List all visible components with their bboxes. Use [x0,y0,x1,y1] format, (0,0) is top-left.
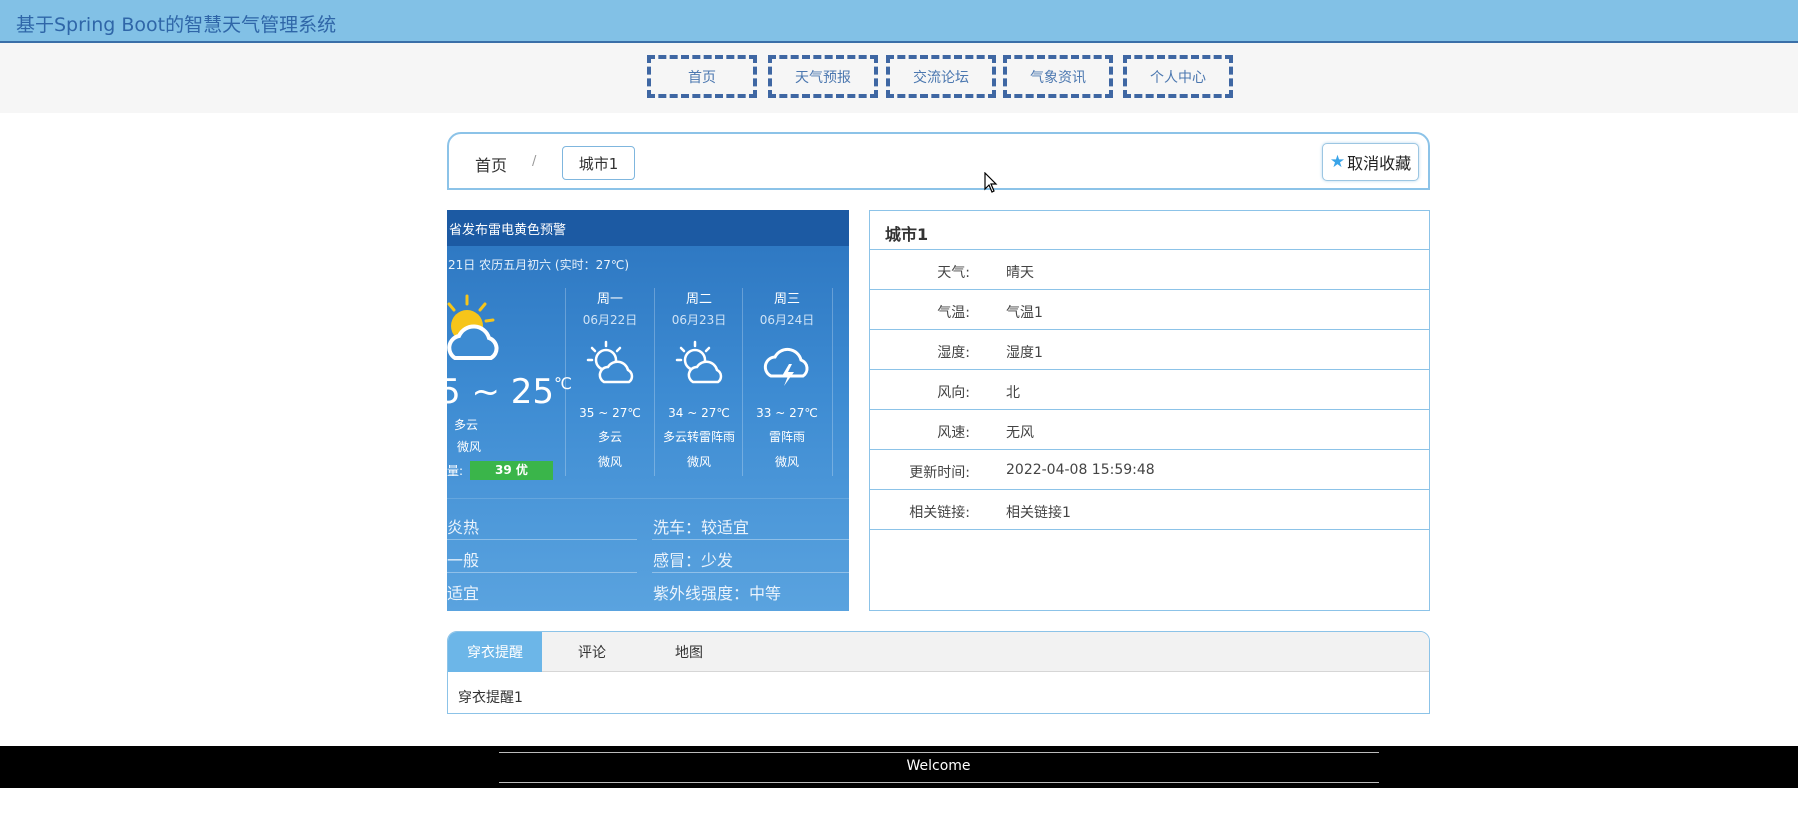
nav-weather-news[interactable]: 气象资讯 [1003,55,1113,98]
info-tabs: 穿衣提醒 评论 地图 穿衣提醒1 [447,631,1430,714]
aqi-label: 量: [447,464,464,478]
forecast-day: 周三 06月24日 33 ~ 27℃ 雷阵雨 微风 [756,292,818,469]
tab-content: 穿衣提醒1 [458,690,523,706]
breadcrumb: 首页 / 城市1 ★ 取消收藏 [447,132,1430,190]
tab-map[interactable]: 地图 [642,632,736,672]
related-link[interactable]: 相关链接1 [1006,502,1071,522]
city-detail-panel: 城市1 天气: 晴天 气温: 气温1 湿度: 湿度1 风向: 北 风速: 无风 更新时间:… [869,210,1430,611]
nav-forum[interactable]: 交流论坛 [886,55,996,98]
footer-text: Welcome [906,758,971,774]
today-condition: 多云 [454,418,479,432]
life-index-item: 感冒：少发 [653,551,734,570]
main-nav: 首页 天气预报 交流论坛 气象资讯 个人中心 [0,43,1798,113]
app-header: 基于Spring Boot的智慧天气管理系统 [0,0,1798,43]
app-title: 基于Spring Boot的智慧天气管理系统 [16,14,337,36]
partly-cloudy-large-icon [447,294,499,360]
nav-user-center[interactable]: 个人中心 [1123,55,1233,98]
partly-cloudy-icon [675,340,723,384]
life-index-item: 紫外线强度：中等 [653,584,782,603]
thunderstorm-icon [763,347,809,386]
nav-weather-forecast[interactable]: 天气预报 [768,55,878,98]
breadcrumb-current: 城市1 [562,146,635,180]
tab-clothing-tips[interactable]: 穿衣提醒 [448,632,542,672]
tab-bar: 穿衣提醒 评论 地图 [448,632,1429,672]
detail-row-humidity: 湿度: 湿度1 [870,330,1429,370]
aqi-badge: 39 优 [470,461,553,480]
tab-comments[interactable]: 评论 [542,632,642,672]
today-temperature: 5 ~ 25℃ [447,372,572,412]
life-index-item: 一般 [447,551,480,570]
life-index-item: 适宜 [447,584,480,603]
weather-date-line: 21日 农历五月初六 (实时：27℃) [448,258,630,272]
forecast-day: 周二 06月23日 34 ~ 27℃ 多云转雷阵雨 微风 [662,292,735,469]
breadcrumb-separator: / [532,154,537,169]
today-wind: 微风 [457,440,482,454]
detail-row-link: 相关链接: 相关链接1 [870,490,1429,530]
life-index-item: 洗车：较适宜 [653,518,750,537]
partly-cloudy-icon [586,340,634,384]
weather-warning-banner: 省发布雷电黄色预警 [447,210,849,246]
star-icon: ★ [1329,152,1346,172]
unfavorite-button[interactable]: ★ 取消收藏 [1322,143,1419,181]
forecast-day: 周一 06月22日 35 ~ 27℃ 多云 微风 [579,292,641,469]
weather-image: 省发布雷电黄色预警 21日 农历五月初六 (实时：27℃) 5 ~ 25℃ 多云… [447,210,849,611]
detail-row-temperature: 气温: 气温1 [870,290,1429,330]
breadcrumb-home[interactable]: 首页 [475,152,507,176]
detail-title: 城市1 [870,211,1429,250]
mouse-cursor-icon [984,172,998,193]
detail-row-wind-direction: 风向: 北 [870,370,1429,410]
detail-row-wind-speed: 风速: 无风 [870,410,1429,450]
detail-row-update-time: 更新时间: 2022-04-08 15:59:48 [870,450,1429,490]
footer: Welcome [0,746,1798,788]
detail-row-weather: 天气: 晴天 [870,250,1429,290]
nav-home[interactable]: 首页 [647,55,757,98]
unfavorite-label: 取消收藏 [1347,154,1412,173]
life-index-item: 炎热 [447,518,480,537]
